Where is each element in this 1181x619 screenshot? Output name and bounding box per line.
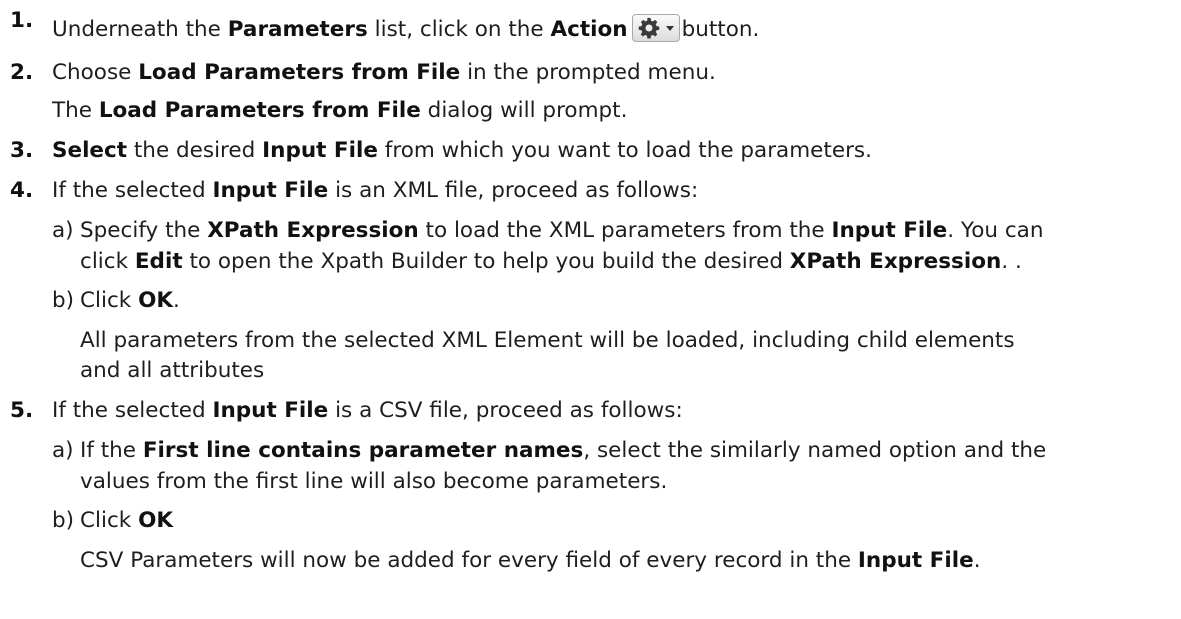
gear-icon (638, 17, 659, 39)
step-text: Underneath the Parameters list, click on… (52, 14, 759, 44)
substep-result-text: CSV Parameters will now be added for eve… (80, 548, 981, 573)
step-number: 5. (10, 398, 34, 423)
substep-letter: b) (52, 508, 75, 533)
step-number: 4. (10, 178, 34, 203)
substep-text: Click OK. (80, 288, 180, 313)
substep-text: If the First line contains parameter nam… (80, 438, 1047, 463)
step-text: If the selected Input File is an XML fil… (52, 178, 699, 203)
step-text: If the selected Input File is a CSV file… (52, 398, 683, 423)
substep-result-text: and all attributes (80, 358, 265, 383)
step-result-text: The Load Parameters from File dialog wil… (52, 98, 628, 123)
action-button[interactable] (631, 14, 680, 42)
substep-result-text: All parameters from the selected XML Ele… (80, 328, 1015, 353)
chevron-down-icon (665, 26, 674, 31)
step-text: Select the desired Input File from which… (52, 138, 872, 163)
substep-letter: b) (52, 288, 75, 313)
substep-letter: a) (52, 438, 74, 463)
substep-text: Specify the XPath Expression to load the… (80, 218, 1044, 243)
substep-text: Click OK (80, 508, 174, 533)
step-number: 2. (10, 60, 34, 85)
step-text: Choose Load Parameters from File in the … (52, 60, 716, 85)
step-number: 1. (10, 8, 34, 33)
substep-text: click Edit to open the Xpath Builder to … (80, 249, 1022, 274)
instructions-document: 1. Underneath the Parameters list, click… (0, 0, 1181, 619)
substep-letter: a) (52, 218, 74, 243)
step-number: 3. (10, 138, 34, 163)
substep-text: values from the first line will also bec… (80, 469, 668, 494)
